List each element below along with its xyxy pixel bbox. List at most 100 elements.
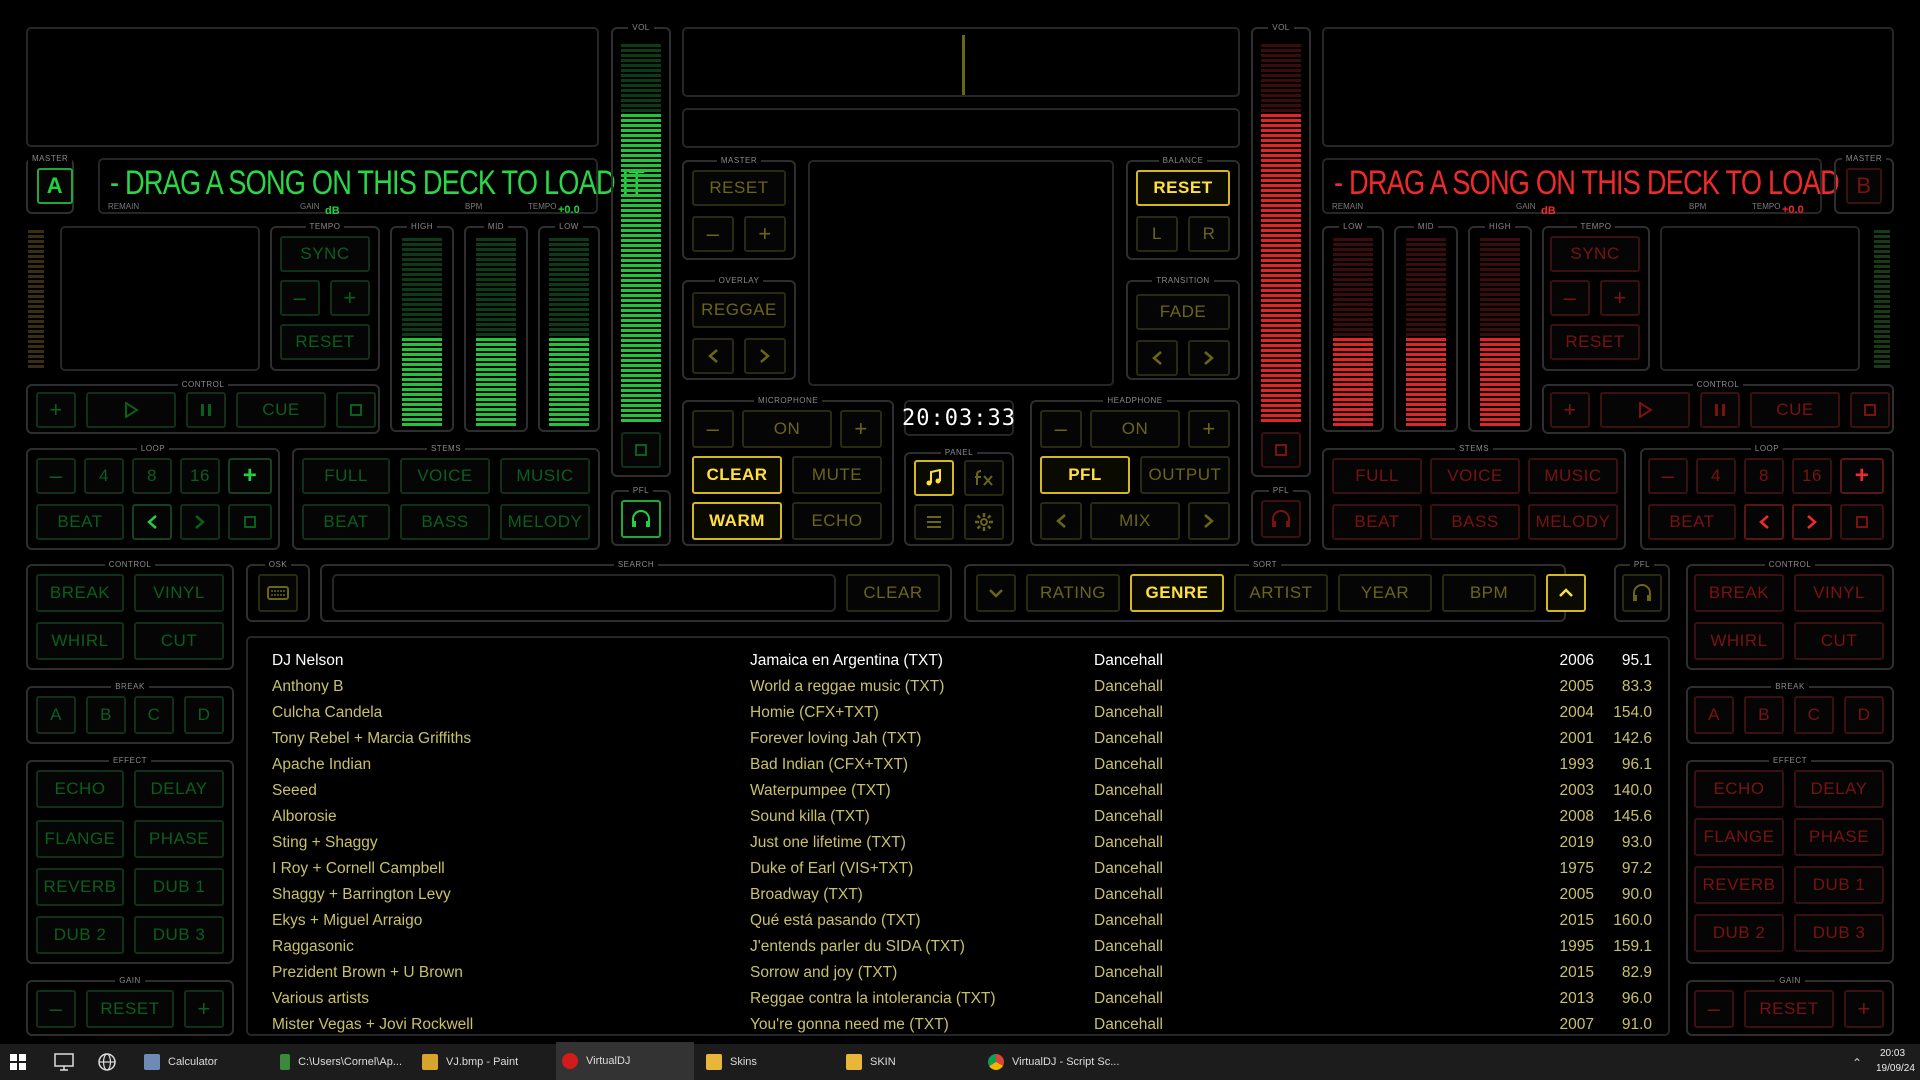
side-b-whirl-button[interactable]: WHIRL — [1694, 622, 1784, 660]
deck-a-pfl-button[interactable] — [621, 500, 661, 538]
side-b-break-b-button[interactable]: B — [1744, 696, 1784, 734]
mic-clear-button[interactable]: CLEAR — [692, 456, 782, 494]
side-a-effect-dub2[interactable]: DUB 2 — [36, 916, 124, 954]
deck-b-loop-16-button[interactable]: 16 — [1792, 458, 1832, 494]
side-a-effect-dub1[interactable]: DUB 1 — [134, 868, 224, 906]
overlay-reggae-button[interactable]: REGGAE — [692, 292, 786, 328]
sort-down-button[interactable] — [976, 574, 1016, 612]
deck-a-pause-button[interactable] — [186, 392, 226, 428]
deck-a-jogwheel[interactable] — [60, 226, 260, 371]
deck-b-loop-stop-button[interactable] — [1840, 504, 1884, 540]
deck-b-beat-button[interactable]: BEAT — [1648, 504, 1736, 540]
mic-on-button[interactable]: ON — [742, 410, 832, 448]
deck-a-volume-stop-button[interactable] — [621, 432, 661, 468]
deck-a-loop-back-button[interactable] — [132, 504, 172, 540]
deck-b-add-button[interactable]: + — [1550, 392, 1590, 428]
taskbar-app-explorer-path[interactable]: C:\Users\Cornel\Ap... — [274, 1042, 402, 1080]
deck-a-stem-bass-button[interactable]: BASS — [400, 504, 490, 540]
deck-a-loop-16-button[interactable]: 16 — [180, 458, 220, 494]
taskbar-app-skins[interactable]: Skins — [700, 1042, 828, 1080]
side-a-effect-delay[interactable]: DELAY — [134, 770, 224, 808]
deck-a-sync-button[interactable]: SYNC — [280, 236, 370, 272]
track-row[interactable]: Raggasonic J'entends parler du SIDA (TXT)… — [248, 934, 1668, 960]
deck-a-loop-4-button[interactable]: 4 — [84, 458, 124, 494]
track-row[interactable]: Various artists Reggae contra la intolera… — [248, 986, 1668, 1012]
deck-a-loop-stop-button[interactable] — [228, 504, 272, 540]
deck-b-pfl-button[interactable] — [1261, 500, 1301, 538]
deck-b-loop-back-button[interactable] — [1744, 504, 1784, 540]
deck-b-stem-beat-button[interactable]: BEAT — [1332, 504, 1422, 540]
panel-fx-button[interactable] — [964, 460, 1004, 496]
taskbar-app-calculator[interactable]: Calculator — [138, 1042, 266, 1080]
deck-a-beat-button[interactable]: BEAT — [36, 504, 124, 540]
track-row[interactable]: I Roy + Cornell Campbell Duke of Earl (VI… — [248, 856, 1668, 882]
side-b-break-button[interactable]: BREAK — [1694, 574, 1784, 612]
deck-b-pitch-minus-button[interactable]: – — [1550, 280, 1590, 316]
master-reset-button[interactable]: RESET — [692, 170, 786, 206]
browser-button[interactable] — [98, 1053, 116, 1071]
deck-a-loop-minus-button[interactable]: – — [36, 458, 76, 494]
tray-chevron-up-icon[interactable]: ⌃ — [1852, 1056, 1862, 1070]
task-view-button[interactable] — [54, 1053, 74, 1071]
deck-b-pause-button[interactable] — [1700, 392, 1740, 428]
side-a-break-c-button[interactable]: C — [134, 696, 174, 734]
deck-b-stem-melody-button[interactable]: MELODY — [1528, 504, 1618, 540]
track-row[interactable]: Mister Vegas + Jovi Rockwell You're gonna… — [248, 1012, 1668, 1034]
master-plus-button[interactable]: + — [744, 216, 786, 252]
transition-prev-button[interactable] — [1136, 340, 1178, 376]
deck-b-stop-button[interactable] — [1850, 392, 1890, 428]
side-b-effect-dub2[interactable]: DUB 2 — [1694, 914, 1784, 952]
deck-a-pitch-minus-button[interactable]: – — [280, 280, 320, 316]
hp-pfl-button[interactable]: PFL — [1040, 456, 1130, 494]
side-b-gain-minus[interactable]: – — [1694, 990, 1734, 1028]
track-row[interactable]: Alborosie Sound killa (TXT) Dancehall 2008 1… — [248, 804, 1668, 830]
side-b-gain-reset[interactable]: RESET — [1744, 990, 1834, 1028]
deck-b-loop-minus-button[interactable]: – — [1648, 458, 1688, 494]
overlay-next-button[interactable] — [744, 338, 786, 374]
sort-year-button[interactable]: YEAR — [1338, 574, 1432, 612]
side-b-effect-dub3[interactable]: DUB 3 — [1794, 914, 1884, 952]
osk-button[interactable] — [258, 574, 298, 612]
deck-b-volume-stop-button[interactable] — [1261, 432, 1301, 468]
deck-a-stem-full-button[interactable]: FULL — [302, 458, 390, 494]
side-a-cut-button[interactable]: CUT — [134, 622, 224, 660]
balance-left-button[interactable]: L — [1136, 216, 1178, 252]
taskbar-app-paint[interactable]: VJ.bmp - Paint — [416, 1042, 544, 1080]
side-a-vinyl-button[interactable]: VINYL — [134, 574, 224, 612]
hp-minus-button[interactable]: – — [1040, 410, 1082, 448]
side-b-effect-dub1[interactable]: DUB 1 — [1794, 866, 1884, 904]
sort-artist-button[interactable]: ARTIST — [1234, 574, 1328, 612]
deck-a-loop-plus-button[interactable]: + — [228, 458, 272, 494]
balance-reset-button[interactable]: RESET — [1136, 170, 1230, 206]
overview-bar[interactable] — [682, 108, 1240, 148]
taskbar-app-skin[interactable]: SKIN — [840, 1042, 968, 1080]
side-a-break-d-button[interactable]: D — [184, 696, 224, 734]
overlay-prev-button[interactable] — [692, 338, 734, 374]
deck-b-master-button[interactable]: B — [1846, 168, 1882, 204]
deck-b-tempo-reset-button[interactable]: RESET — [1550, 324, 1640, 360]
deck-b-loop-8-button[interactable]: 8 — [1744, 458, 1784, 494]
deck-a-stem-music-button[interactable]: MUSIC — [500, 458, 590, 494]
track-row[interactable]: Tony Rebel + Marcia Griffiths Forever lov… — [248, 726, 1668, 752]
hp-mix-next-button[interactable] — [1188, 502, 1230, 540]
track-row[interactable]: Ekys + Miguel Arraigo Qué está pasando (T… — [248, 908, 1668, 934]
mic-plus-button[interactable]: + — [840, 410, 882, 448]
start-button[interactable] — [10, 1054, 26, 1070]
track-row[interactable]: Shaggy + Barrington Levy Broadway (TXT) Da… — [248, 882, 1668, 908]
side-b-gain-plus[interactable]: + — [1844, 990, 1884, 1028]
deck-b-pitch-plus-button[interactable]: + — [1600, 280, 1640, 316]
deck-b-loop-4-button[interactable]: 4 — [1696, 458, 1736, 494]
side-b-cut-button[interactable]: CUT — [1794, 622, 1884, 660]
deck-a-add-button[interactable]: + — [36, 392, 76, 428]
side-a-gain-plus[interactable]: + — [184, 990, 224, 1028]
deck-a-stem-voice-button[interactable]: VOICE — [400, 458, 490, 494]
panel-settings-button[interactable] — [964, 504, 1004, 540]
browser-pfl-button[interactable] — [1622, 574, 1662, 612]
deck-a-pitch-plus-button[interactable]: + — [330, 280, 370, 316]
side-a-effect-flange[interactable]: FLANGE — [36, 820, 124, 858]
mic-echo-button[interactable]: ECHO — [792, 502, 882, 540]
search-clear-button[interactable]: CLEAR — [846, 574, 940, 612]
transition-fade-button[interactable]: FADE — [1136, 294, 1230, 330]
side-a-gain-minus[interactable]: – — [36, 990, 76, 1028]
deck-a-stem-beat-button[interactable]: BEAT — [302, 504, 390, 540]
